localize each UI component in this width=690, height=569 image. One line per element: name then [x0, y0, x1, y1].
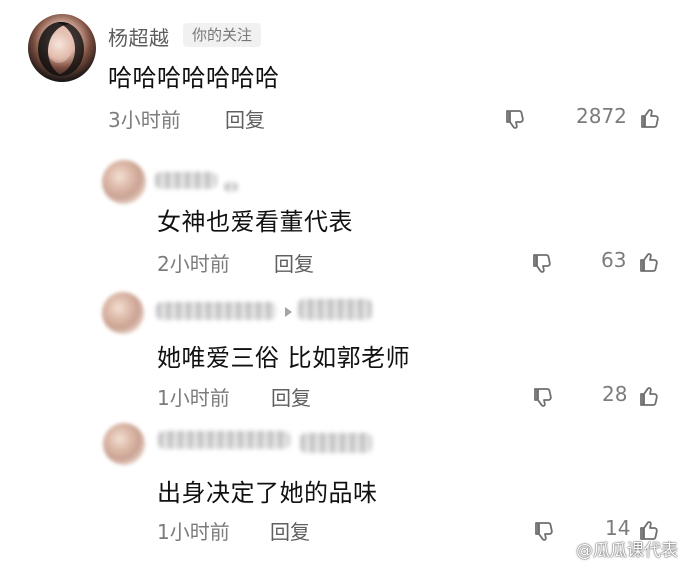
watermark: @瓜瓜课代表 [548, 536, 678, 561]
avatar[interactable] [102, 160, 146, 204]
caret-right-icon [285, 307, 292, 317]
follow-badge: 你的关注 [183, 23, 262, 47]
comment-time: 3小时前 [108, 108, 181, 132]
thumbs-up-icon[interactable] [637, 251, 661, 275]
reply-button[interactable]: 回复 [270, 516, 310, 545]
blurred-badge [224, 182, 238, 192]
thumbs-down-icon[interactable] [530, 251, 554, 275]
like-count: 28 [602, 382, 628, 406]
comment-text: 哈哈哈哈哈哈哈 [108, 64, 280, 92]
thumbs-down-icon[interactable] [503, 107, 527, 131]
thumbs-up-icon[interactable] [638, 107, 662, 131]
weibo-logo-icon [549, 540, 570, 557]
reply-button[interactable]: 回复 [225, 104, 265, 133]
reply-button[interactable]: 回复 [274, 248, 314, 277]
avatar[interactable] [102, 292, 144, 334]
thumbs-down-icon[interactable] [531, 385, 555, 409]
comment-text: 她唯爱三俗 比如郭老师 [157, 344, 411, 372]
comment-time: 1小时前 [157, 386, 230, 410]
username[interactable]: 杨超越 [108, 22, 170, 51]
comment-text: 出身决定了她的品味 [157, 479, 378, 507]
reply-button[interactable]: 回复 [271, 382, 311, 411]
comment-time: 1小时前 [157, 520, 230, 544]
blurred-username [155, 172, 217, 189]
blurred-badge [300, 433, 372, 453]
like-count: 63 [601, 248, 627, 272]
like-count: 2872 [576, 104, 627, 128]
blurred-username [156, 302, 276, 320]
blurred-reply-target [298, 299, 372, 320]
watermark-text: @瓜瓜课代表 [576, 541, 678, 561]
avatar[interactable] [103, 423, 145, 465]
thumbs-up-icon[interactable] [637, 385, 661, 409]
avatar[interactable] [28, 14, 96, 82]
comment-text: 女神也爱看董代表 [157, 208, 353, 236]
blurred-username [158, 431, 290, 449]
comment-time: 2小时前 [157, 252, 230, 276]
